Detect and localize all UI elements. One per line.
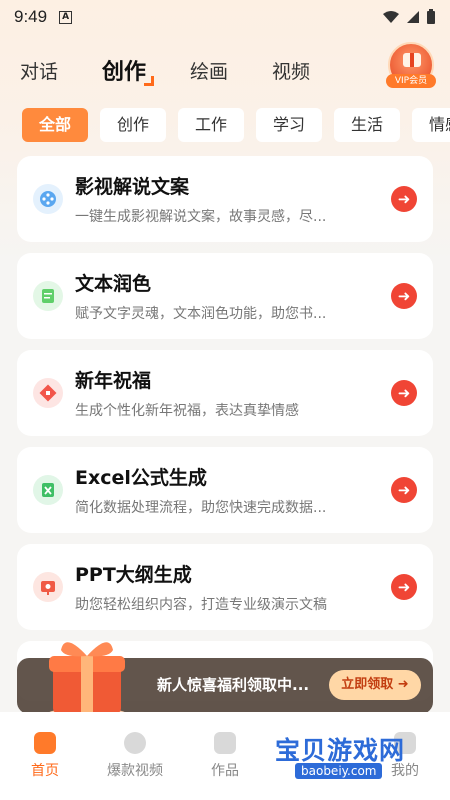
vip-label: VIP会员 <box>386 74 436 88</box>
card-description: 一键生成影视解说文案，故事灵感，尽... <box>75 209 327 225</box>
gift-icon <box>403 53 421 67</box>
tab-video[interactable]: 视频 <box>272 57 310 84</box>
tab-create[interactable]: 创作 <box>102 54 155 86</box>
nav-home-label: 首页 <box>31 763 59 779</box>
card-title: 新年祝福 <box>75 370 152 392</box>
arrow-right-icon[interactable]: ➜ <box>391 574 417 600</box>
signal-icon <box>407 11 419 23</box>
filter-all[interactable]: 全部 <box>22 108 88 142</box>
presentation-icon <box>33 572 63 602</box>
tab-draw[interactable]: 绘画 <box>190 57 228 84</box>
arrow-right-icon[interactable]: ➜ <box>391 477 417 503</box>
card-title: 影视解说文案 <box>75 176 190 198</box>
status-icons <box>382 9 436 25</box>
nav-works[interactable]: 作品 <box>180 732 270 800</box>
card-description: 助您轻松组织内容，打造专业级演示文稿 <box>75 597 327 613</box>
film-reel-icon <box>33 184 63 214</box>
filter-emotion[interactable]: 情感 <box>412 108 450 142</box>
category-filter-row: 全部 创作 工作 学习 生活 情感 <box>22 108 450 142</box>
arrow-right-icon[interactable]: ➜ <box>391 186 417 212</box>
watermark-title: 宝贝游戏网 <box>275 736 406 765</box>
template-card[interactable]: 新年祝福 生成个性化新年祝福，表达真挚情感 ➜ <box>17 350 433 436</box>
gift-box-icon <box>47 642 127 720</box>
watermark-url: baobeiy.com <box>295 763 383 779</box>
card-description: 赋予文字灵魂，文本润色功能，助您书... <box>75 306 327 322</box>
nav-hot-videos-label: 爆款视频 <box>107 763 163 779</box>
claim-button[interactable]: 立即领取 ➜ <box>329 670 421 700</box>
works-icon <box>214 732 236 754</box>
filter-work[interactable]: 工作 <box>178 108 244 142</box>
nav-works-label: 作品 <box>211 763 239 779</box>
home-icon <box>34 732 56 754</box>
nav-hot-videos[interactable]: 爆款视频 <box>90 732 180 800</box>
filter-create[interactable]: 创作 <box>100 108 166 142</box>
blessing-icon <box>33 378 63 408</box>
battery-icon <box>427 9 435 24</box>
card-title: PPT大纲生成 <box>75 564 192 586</box>
arrow-right-icon[interactable]: ➜ <box>391 283 417 309</box>
card-title: Excel公式生成 <box>75 467 207 489</box>
card-description: 简化数据处理流程，助您快速完成数据... <box>75 500 327 516</box>
card-title: 文本润色 <box>75 273 152 295</box>
status-bar: 9:49 A <box>0 0 450 34</box>
filter-study[interactable]: 学习 <box>256 108 322 142</box>
filter-life[interactable]: 生活 <box>334 108 400 142</box>
document-icon <box>33 281 63 311</box>
card-description: 生成个性化新年祝福，表达真挚情感 <box>75 403 299 419</box>
arrow-right-icon[interactable]: ➜ <box>391 380 417 406</box>
video-icon <box>124 732 146 754</box>
notification-a-icon: A <box>59 10 73 24</box>
vip-button[interactable]: VIP会员 <box>386 42 436 88</box>
template-card[interactable]: 影视解说文案 一键生成影视解说文案，故事灵感，尽... ➜ <box>17 156 433 242</box>
status-time: 9:49 <box>14 7 48 26</box>
wifi-icon <box>383 11 399 23</box>
promo-text: 新人惊喜福利领取中... <box>157 676 310 694</box>
template-card[interactable]: Excel公式生成 简化数据处理流程，助您快速完成数据... ➜ <box>17 447 433 533</box>
tab-chat[interactable]: 对话 <box>20 57 58 84</box>
watermark-logo: 宝贝游戏网 baobeiy.com <box>275 725 425 785</box>
template-card[interactable]: 文本润色 赋予文字灵魂，文本润色功能，助您书... ➜ <box>17 253 433 339</box>
template-card[interactable]: PPT大纲生成 助您轻松组织内容，打造专业级演示文稿 ➜ <box>17 544 433 630</box>
top-tab-bar: 对话 创作 绘画 视频 <box>0 48 450 92</box>
spreadsheet-icon <box>33 475 63 505</box>
nav-home[interactable]: 首页 <box>0 732 90 800</box>
